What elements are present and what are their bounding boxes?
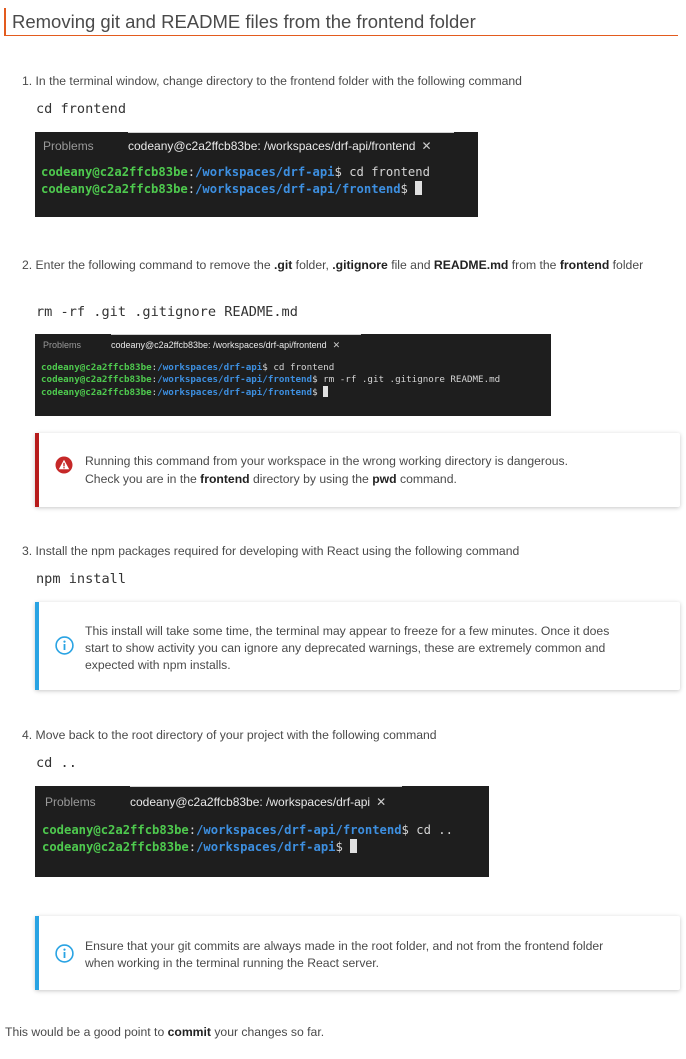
close-icon: ✕ [332,340,341,350]
terminal-cursor [350,839,358,853]
terminal-tab-problems: Problems [43,139,94,153]
step-2-text: 2. Enter the following command to remove… [22,258,644,272]
step-4-command: cd .. [36,755,77,771]
info-icon [55,636,74,655]
page-title: Removing git and README files from the f… [4,8,678,36]
terminal-tab-title: codeany@c2a2ffcb83be: /workspaces/drf-ap… [130,795,387,809]
terminal-line: codeany@c2a2ffcb83be:/workspaces/drf-api… [41,362,335,373]
step-1-text: 1. In the terminal window, change direct… [22,74,522,88]
info-text-line-2: when working in the terminal running the… [85,956,380,970]
terminal-cursor [323,386,329,397]
step-4-text: 4. Move back to the root directory of yo… [22,728,437,742]
warning-icon [55,456,73,474]
terminal-line: codeany@c2a2ffcb83be:/workspaces/drf-api… [41,181,423,196]
terminal-tab-problems: Problems [45,795,96,809]
info-text-line-1: Ensure that your git commits are always … [85,939,604,953]
info-text-line-2: start to show activity you can ignore an… [85,641,606,655]
terminal-tab-title: codeany@c2a2ffcb83be: /workspaces/drf-ap… [111,340,341,350]
info-icon [55,944,74,963]
terminal-screenshot-4: Problems codeany@c2a2ffcb83be: /workspac… [35,786,489,877]
terminal-line: codeany@c2a2ffcb83be:/workspaces/drf-api… [42,839,358,854]
info-text-line-3: expected with npm installs. [85,658,231,672]
terminal-line: codeany@c2a2ffcb83be:/workspaces/drf-api… [42,823,453,837]
terminal-line: codeany@c2a2ffcb83be:/workspaces/drf-api… [41,374,501,385]
info-text-line-1: This install will take some time, the te… [85,624,610,638]
warning-text-line-2: Check you are in the frontend directory … [85,472,457,486]
warning-text-line-1: Running this command from your workspace… [85,454,568,468]
terminal-line: codeany@c2a2ffcb83be:/workspaces/drf-api… [41,386,329,398]
info-callout-install: This install will take some time, the te… [35,602,680,690]
terminal-cursor [415,181,423,195]
terminal-tab-problems: Problems [43,340,82,350]
info-callout-commit: Ensure that your git commits are always … [35,916,680,990]
step-3-command: npm install [36,571,127,587]
warning-callout: Running this command from your workspace… [35,433,680,507]
step-1-command: cd frontend [36,101,127,117]
terminal-screenshot-2: Problems codeany@c2a2ffcb83be: /workspac… [35,334,551,416]
step-2-command: rm -rf .git .gitignore README.md [36,304,298,320]
step-3-text: 3. Install the npm packages required for… [22,544,520,558]
terminal-tab-title: codeany@c2a2ffcb83be: /workspaces/drf-ap… [128,139,432,153]
close-icon: ✕ [376,795,387,809]
terminal-screenshot-1: Problems codeany@c2a2ffcb83be: /workspac… [35,132,478,217]
footer-note: This would be a good point to commit you… [5,1025,325,1039]
close-icon: ✕ [421,139,432,153]
terminal-line: codeany@c2a2ffcb83be:/workspaces/drf-api… [41,165,430,179]
